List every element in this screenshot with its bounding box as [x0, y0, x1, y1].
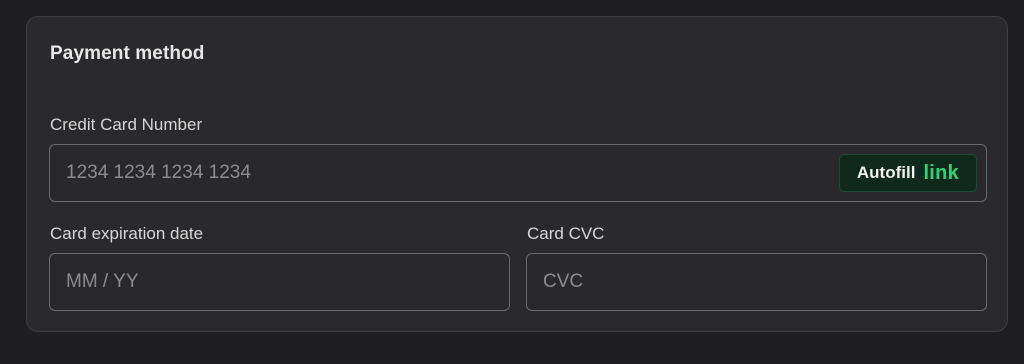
cvc-label: Card CVC — [527, 224, 605, 243]
cvc-input[interactable] — [526, 253, 987, 311]
autofill-label: Autofill — [856, 163, 916, 182]
expiration-date-label: Card expiration date — [50, 224, 204, 243]
autofill-link-button[interactable]: Autofill link — [839, 154, 977, 192]
section-title: Payment method — [50, 43, 205, 64]
link-logo: link — [923, 161, 960, 184]
expiration-date-input[interactable] — [49, 253, 510, 311]
card-number-label: Credit Card Number — [50, 115, 203, 134]
payment-method-card: Payment method Credit Card Number Autofi… — [26, 16, 1008, 332]
